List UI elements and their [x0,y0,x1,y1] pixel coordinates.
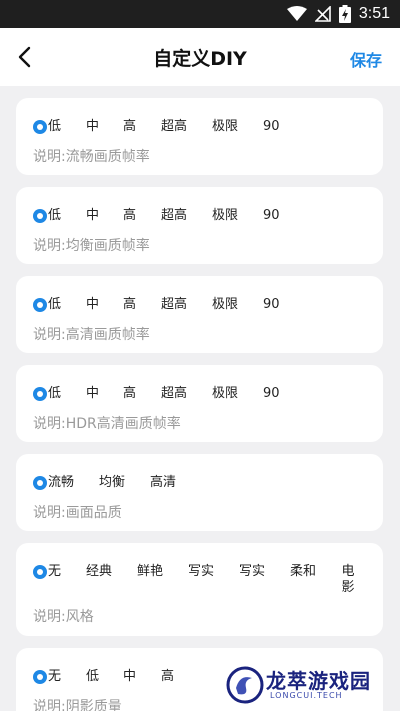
description-text: 说明:画面品质 [33,505,122,521]
option[interactable]: 超高 [161,207,187,225]
radio-selected-icon[interactable] [33,565,47,579]
setting-card: 低 中 高 超高 极限 90 说明:均衡画质帧率 [16,187,383,264]
battery-charging-icon [338,5,351,23]
setting-card: 低 中 高 超高 极限 90 说明:HDR高清画质帧率 [16,365,383,442]
description-text: 说明:高清画质帧率 [33,327,150,343]
radio-selected-icon[interactable] [33,120,47,134]
description-text: 说明:HDR高清画质帧率 [33,416,181,432]
option[interactable]: 鲜艳 [137,563,163,581]
watermark-logo: 龙萃游戏园 LONGCUI.TECH [226,663,396,707]
option[interactable]: 高 [123,296,136,314]
option[interactable]: 超高 [161,385,187,403]
option[interactable]: 均衡 [99,474,125,492]
status-time: 3:51 [358,5,390,22]
description-text: 说明:阴影质量 [33,699,122,711]
option[interactable]: 高 [123,207,136,225]
no-signal-icon [314,6,331,22]
setting-card: 流畅 均衡 高清 说明:画面品质 [16,454,383,531]
option[interactable]: 低 [48,207,61,225]
swirl-logo-icon [226,666,264,704]
save-button[interactable]: 保存 [350,47,382,71]
option[interactable]: 写实 [239,563,265,581]
option[interactable]: 中 [86,385,99,403]
setting-card: 低 中 高 超高 极限 90 说明:流畅画质帧率 [16,98,383,175]
option-group: 低 中 高 超高 极限 90 [33,385,371,405]
setting-card: 无 经典 鲜艳 写实 写实 柔和 电影 说明:风格 [16,543,383,636]
radio-selected-icon[interactable] [33,670,47,684]
title-bar: 自定义DIY 保存 [0,28,400,86]
radio-selected-icon[interactable] [33,476,47,490]
option[interactable]: 电影 [341,564,355,596]
radio-selected-icon[interactable] [33,387,47,401]
option[interactable]: 柔和 [290,563,316,581]
setting-card: 低 中 高 超高 极限 90 说明:高清画质帧率 [16,276,383,353]
option[interactable]: 低 [86,668,99,686]
option[interactable]: 中 [123,668,136,686]
option[interactable]: 流畅 [48,474,74,492]
option[interactable]: 极限 [212,207,238,225]
page-title: 自定义DIY [153,48,247,70]
option[interactable]: 超高 [161,118,187,136]
watermark-text: 龙萃游戏园 [266,669,371,693]
option[interactable]: 低 [48,385,61,403]
description-text: 说明:均衡画质帧率 [33,238,150,254]
option[interactable]: 极限 [212,296,238,314]
option[interactable]: 中 [86,207,99,225]
option-group: 低 中 高 超高 极限 90 [33,118,371,138]
option[interactable]: 极限 [212,118,238,136]
option[interactable]: 极限 [212,385,238,403]
option[interactable]: 90 [263,207,280,225]
option[interactable]: 经典 [86,563,112,581]
option[interactable]: 90 [263,118,280,136]
option[interactable]: 写实 [188,563,214,581]
option[interactable]: 高 [161,668,174,686]
option[interactable]: 中 [86,118,99,136]
option-group: 低 中 高 超高 极限 90 [33,296,371,316]
radio-selected-icon[interactable] [33,209,47,223]
option-group: 低 中 高 超高 极限 90 [33,207,371,227]
description-text: 说明:风格 [33,609,94,625]
option[interactable]: 低 [48,118,61,136]
option[interactable]: 高清 [150,474,176,492]
option[interactable]: 无 [48,668,61,686]
option-group: 流畅 均衡 高清 [33,474,371,494]
option[interactable]: 90 [263,296,280,314]
option[interactable]: 低 [48,296,61,314]
radio-selected-icon[interactable] [33,298,47,312]
option[interactable]: 超高 [161,296,187,314]
wifi-icon [286,6,307,21]
description-text: 说明:流畅画质帧率 [33,149,150,165]
option[interactable]: 高 [123,118,136,136]
option[interactable]: 90 [263,385,280,403]
option-group: 无 经典 鲜艳 写实 写实 柔和 电影 [33,563,371,595]
option[interactable]: 中 [86,296,99,314]
status-bar: 3:51 [0,0,400,28]
option[interactable]: 高 [123,385,136,403]
watermark-subtext: LONGCUI.TECH [270,691,343,700]
option[interactable]: 无 [48,563,61,581]
